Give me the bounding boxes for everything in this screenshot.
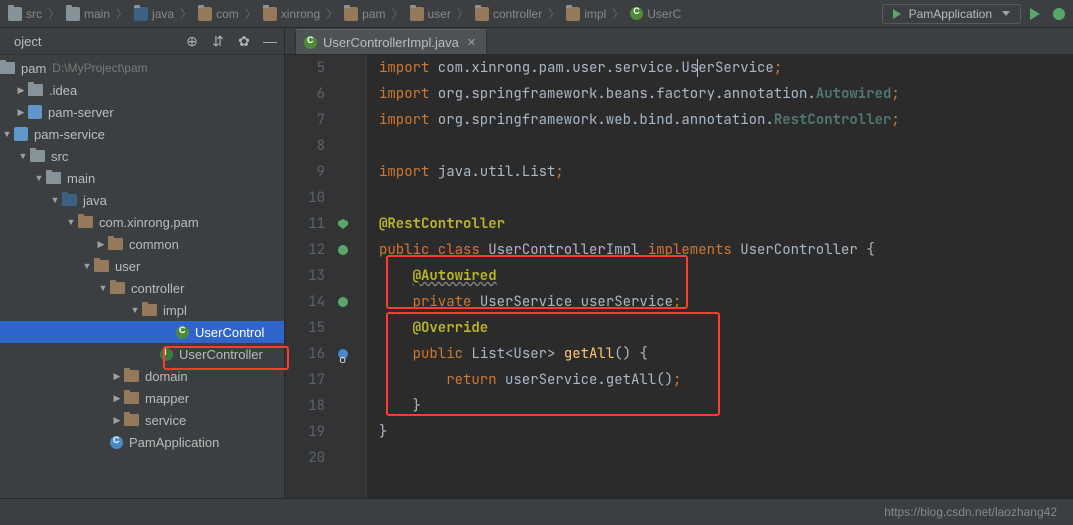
project-panel-header: oject ⊕ ⇵ ✿ — [0,28,284,55]
run-config-selector[interactable]: PamApplication [882,4,1021,24]
line-number-gutter: 567891011121314151617181920 [285,55,333,498]
bc-xinrong[interactable]: xinrong [259,7,324,21]
debug-button[interactable] [1049,4,1069,24]
hide-icon[interactable]: — [262,33,278,49]
bug-icon [1053,8,1065,20]
bc-java[interactable]: java [130,7,178,21]
run-button[interactable] [1025,4,1045,24]
breadcrumb: src〉 main〉 java〉 com〉 xinrong〉 pam〉 user… [4,5,872,22]
tree-src[interactable]: ▼src [0,145,284,167]
bc-controller[interactable]: controller [471,7,546,21]
override-gutter-icon[interactable] [338,349,348,359]
tree-user[interactable]: ▼user [0,255,284,277]
tree-domain[interactable]: ▶domain [0,365,284,387]
bc-user[interactable]: user [406,7,455,21]
tree-impl[interactable]: ▼impl [0,299,284,321]
tree-common[interactable]: ▶common [0,233,284,255]
bc-com[interactable]: com [194,7,243,21]
collapse-all-icon[interactable]: ⇵ [210,33,226,49]
project-tool-window: oject ⊕ ⇵ ✿ — pamD:\MyProject\pam ▶.idea… [0,28,285,498]
play-icon [1030,8,1040,20]
fold-gutter[interactable] [353,55,367,498]
run-gutter-icon[interactable] [338,219,348,229]
tree-usercontrolimpl[interactable]: UserControl [0,321,284,343]
watermark-text: https://blog.csdn.net/laozhang42 [884,505,1057,519]
tree-pam-service[interactable]: ▼pam-service [0,123,284,145]
tree-controller[interactable]: ▼controller [0,277,284,299]
status-bar: https://blog.csdn.net/laozhang42 [0,498,1073,525]
nav-toolbar: src〉 main〉 java〉 com〉 xinrong〉 pam〉 user… [0,0,1073,28]
tree-idea[interactable]: ▶.idea [0,79,284,101]
tree-mapper[interactable]: ▶mapper [0,387,284,409]
tree-usercontroller[interactable]: UserController [0,343,284,365]
tree-pam-server[interactable]: ▶pam-server [0,101,284,123]
bean-gutter-icon[interactable] [338,297,348,307]
code-editor[interactable]: 567891011121314151617181920 import com.x… [285,55,1073,498]
tab-title: UserControllerImpl.java [323,35,459,50]
gutter-icons [333,55,353,498]
bc-impl[interactable]: impl [562,7,610,21]
tree-java[interactable]: ▼java [0,189,284,211]
panel-title: oject [6,34,174,49]
tree-pamapp[interactable]: PamApplication [0,431,284,453]
close-icon[interactable]: ✕ [467,36,476,49]
tree-pkg[interactable]: ▼com.xinrong.pam [0,211,284,233]
tree-service[interactable]: ▶service [0,409,284,431]
project-tree[interactable]: pamD:\MyProject\pam ▶.idea ▶pam-server ▼… [0,55,284,455]
gear-icon[interactable]: ✿ [236,33,252,49]
project-root[interactable]: pamD:\MyProject\pam [0,57,284,79]
bc-main[interactable]: main [62,7,114,21]
code-content[interactable]: import com.xinrong.pam.user.service.User… [367,55,1073,498]
select-opened-icon[interactable]: ⊕ [184,33,200,49]
editor-area: UserControllerImpl.java ✕ 56789101112131… [285,28,1073,498]
bc-class[interactable]: UserC [626,7,685,21]
editor-tab[interactable]: UserControllerImpl.java ✕ [295,29,487,54]
class-icon [304,36,317,49]
editor-tab-bar: UserControllerImpl.java ✕ [285,28,1073,55]
bc-pam[interactable]: pam [340,7,389,21]
bc-src[interactable]: src [4,7,46,21]
bean-gutter-icon[interactable] [338,245,348,255]
tree-main[interactable]: ▼main [0,167,284,189]
chevron-down-icon [1002,11,1010,16]
